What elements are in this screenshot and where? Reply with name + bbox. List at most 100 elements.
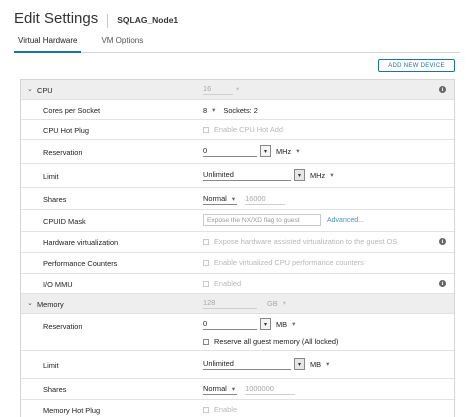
checkbox[interactable] [203, 259, 209, 266]
cpu-shares-row: Shares Normal ▾ 16000 [21, 188, 454, 210]
memory-reservation-dropdown-icon[interactable]: ▾ [260, 318, 271, 330]
reserve-all-memory-text: Reserve all guest memory (All locked) [214, 337, 339, 346]
caret-down-icon: ▾ [236, 86, 240, 93]
reserve-all-memory-checkbox[interactable]: Reserve all guest memory (All locked) [203, 337, 338, 346]
checkbox[interactable] [203, 406, 209, 413]
cores-per-socket-control: 8 ▾ Sockets: 2 [203, 104, 258, 116]
memory-reservation-input[interactable]: 0 [203, 318, 257, 330]
cpu-shares-number: 16000 [245, 194, 266, 203]
caret-down-icon: ▾ [326, 361, 330, 368]
cpu-section-row[interactable]: ⌄ CPU 16 ▾ i [21, 80, 454, 100]
hardware-virtualization-checkbox[interactable]: Expose hardware assisted virtualization … [203, 237, 397, 246]
cpu-limit-control: Unlimited ▾ MHz ▾ [203, 169, 335, 181]
title-separator [107, 14, 109, 28]
cpu-limit-label: Limit [43, 172, 59, 181]
memory-shares-number-input[interactable]: 1000000 [245, 383, 296, 395]
cores-value: 8 [203, 105, 208, 115]
performance-counters-text: Enable virtualized CPU performance count… [214, 258, 364, 267]
caret-down-icon: ▾ [282, 300, 286, 307]
cpu-limit-value: Unlimited [203, 170, 234, 179]
checkbox[interactable] [203, 238, 209, 245]
cpu-reservation-label: Reservation [43, 148, 83, 157]
tab-bar: Virtual Hardware VM Options [14, 36, 460, 53]
cpu-limit-unit-select[interactable]: MHz ▾ [310, 169, 335, 181]
caret-down-icon: ▾ [330, 172, 334, 179]
memory-shares-select[interactable]: Normal ▾ [203, 383, 238, 395]
caret-down-icon: ▾ [231, 195, 236, 203]
vm-name: SQLAG_Node1 [117, 15, 179, 25]
memory-size-unit: GB [267, 298, 278, 308]
cpu-shares-number-input[interactable]: 16000 [245, 193, 286, 205]
tab-vm-options[interactable]: VM Options [97, 36, 147, 53]
memory-section-label: Memory [37, 300, 64, 309]
cpu-reservation-dropdown-icon[interactable]: ▾ [260, 145, 271, 157]
memory-hot-plug-checkbox[interactable]: Enable [203, 405, 237, 414]
memory-shares-row: Shares Normal ▾ 1000000 [21, 379, 454, 400]
chevron-down-icon[interactable]: ⌄ [27, 299, 33, 307]
memory-section-row[interactable]: ⌄ Memory 128 GB ▾ [21, 294, 454, 314]
tab-virtual-hardware[interactable]: Virtual Hardware [14, 36, 82, 53]
cpuid-mask-label: CPUID Mask [43, 217, 86, 226]
cpu-reservation-unit-select[interactable]: MHz ▾ [276, 145, 301, 157]
cpu-shares-select[interactable]: Normal ▾ [203, 193, 238, 205]
cpu-limit-unit: MHz [310, 170, 326, 180]
memory-reservation-label: Reservation [43, 322, 83, 331]
checkbox[interactable] [203, 280, 209, 287]
cpu-reservation-control: 0 ▾ MHz ▾ [203, 145, 301, 157]
memory-limit-row: Limit Unlimited ▾ MB ▾ [21, 351, 454, 379]
memory-size-control: 128 GB ▾ [203, 297, 288, 309]
cpu-shares-value: Normal [203, 194, 227, 203]
memory-shares-value: Normal [203, 384, 227, 393]
dialog-title: Edit Settings [14, 10, 99, 27]
caret-down-icon: ▾ [212, 107, 216, 114]
checkbox[interactable] [203, 126, 209, 133]
memory-size-input[interactable]: 128 [203, 297, 257, 309]
cpu-hot-plug-label: CPU Hot Plug [43, 126, 90, 135]
io-mmu-text: Enabled [214, 279, 242, 288]
performance-counters-row: Performance Counters Enable virtualized … [21, 253, 454, 274]
cpu-reservation-unit: MHz [276, 146, 292, 156]
cpu-shares-control: Normal ▾ 16000 [203, 193, 286, 205]
cpuid-mask-select[interactable]: Expose the NX/XD flag to guest [203, 214, 321, 226]
caret-down-icon: ▾ [231, 385, 236, 393]
memory-limit-dropdown-icon[interactable]: ▾ [294, 358, 305, 370]
cpu-count-select[interactable]: 16 ▾ [203, 83, 239, 95]
memory-size-unit-select[interactable]: GB ▾ [267, 297, 288, 309]
cores-per-socket-row: Cores per Socket 8 ▾ Sockets: 2 [21, 100, 454, 120]
checkbox[interactable] [203, 338, 209, 345]
info-icon[interactable]: i [439, 280, 446, 287]
io-mmu-checkbox[interactable]: Enabled [203, 279, 241, 288]
cpuid-mask-control: Expose the NX/XD flag to guest Advanced.… [203, 214, 364, 226]
dialog-header: Edit Settings SQLAG_Node1 [14, 10, 178, 32]
memory-reservation-unit-select[interactable]: MB ▾ [276, 318, 297, 330]
memory-hot-plug-label: Memory Hot Plug [43, 406, 101, 415]
performance-counters-label: Performance Counters [43, 259, 118, 268]
memory-reservation-control: 0 ▾ MB ▾ [203, 318, 297, 330]
hardware-panel: ⌄ CPU 16 ▾ i Cores per Socket 8 ▾ Socket… [20, 79, 455, 417]
cpu-reservation-input[interactable]: 0 [203, 145, 257, 157]
cpu-reservation-row: Reservation 0 ▾ MHz ▾ [21, 140, 454, 164]
cpu-hot-add-text: Enable CPU Hot Add [214, 125, 284, 134]
hardware-virtualization-label: Hardware virtualization [43, 238, 119, 247]
cpu-hot-add-checkbox[interactable]: Enable CPU Hot Add [203, 125, 283, 134]
memory-limit-input[interactable]: Unlimited [203, 358, 291, 370]
cpuid-mask-value: Expose the NX/XD flag to guest [207, 216, 300, 224]
cpuid-advanced-link[interactable]: Advanced... [327, 217, 364, 224]
performance-counters-checkbox[interactable]: Enable virtualized CPU performance count… [203, 258, 364, 267]
add-new-device-button[interactable]: ADD NEW DEVICE [378, 59, 455, 72]
memory-hot-plug-text: Enable [214, 405, 238, 414]
cpu-limit-input[interactable]: Unlimited [203, 169, 291, 181]
cpu-limit-dropdown-icon[interactable]: ▾ [294, 169, 305, 181]
memory-limit-control: Unlimited ▾ MB ▾ [203, 358, 331, 370]
cpuid-mask-row: CPUID Mask Expose the NX/XD flag to gues… [21, 210, 454, 232]
cpu-count-value: 16 [203, 84, 212, 93]
info-icon[interactable]: i [439, 86, 446, 93]
memory-limit-unit-select[interactable]: MB ▾ [310, 358, 331, 370]
info-icon[interactable]: i [439, 238, 446, 245]
memory-reservation-value: 0 [203, 319, 208, 328]
memory-shares-label: Shares [43, 385, 67, 394]
cpu-limit-row: Limit Unlimited ▾ MHz ▾ [21, 164, 454, 188]
cores-per-socket-select[interactable]: 8 ▾ [203, 104, 217, 116]
chevron-down-icon[interactable]: ⌄ [27, 85, 33, 93]
memory-shares-control: Normal ▾ 1000000 [203, 383, 296, 395]
